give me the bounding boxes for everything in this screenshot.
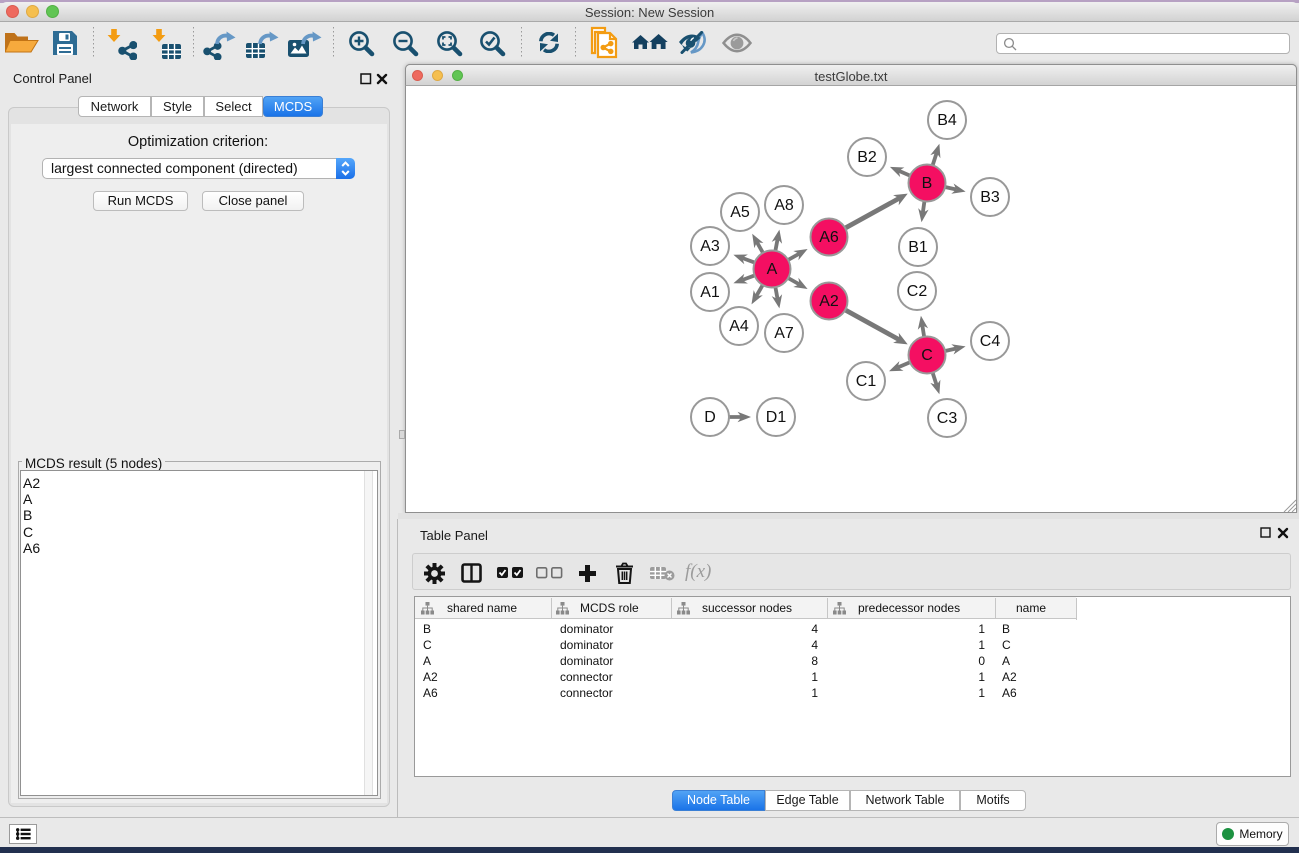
svg-text:C2: C2 [907, 283, 928, 300]
svg-text:B: B [922, 175, 933, 192]
svg-text:C3: C3 [937, 410, 958, 427]
svg-text:A2: A2 [819, 293, 839, 310]
svg-text:B3: B3 [980, 189, 1000, 206]
svg-text:A8: A8 [774, 197, 794, 214]
svg-text:A5: A5 [730, 204, 750, 221]
svg-text:C1: C1 [856, 373, 877, 390]
svg-text:C: C [921, 347, 933, 364]
svg-text:C4: C4 [980, 333, 1001, 350]
svg-text:D: D [704, 409, 716, 426]
svg-text:A4: A4 [729, 318, 749, 335]
svg-text:A1: A1 [700, 284, 720, 301]
svg-text:A: A [767, 261, 778, 278]
svg-text:D1: D1 [766, 409, 787, 426]
svg-text:B1: B1 [908, 239, 928, 256]
svg-text:B4: B4 [937, 112, 957, 129]
svg-text:B2: B2 [857, 149, 877, 166]
svg-text:A6: A6 [819, 229, 839, 246]
svg-text:A3: A3 [700, 238, 720, 255]
svg-text:A7: A7 [774, 325, 794, 342]
